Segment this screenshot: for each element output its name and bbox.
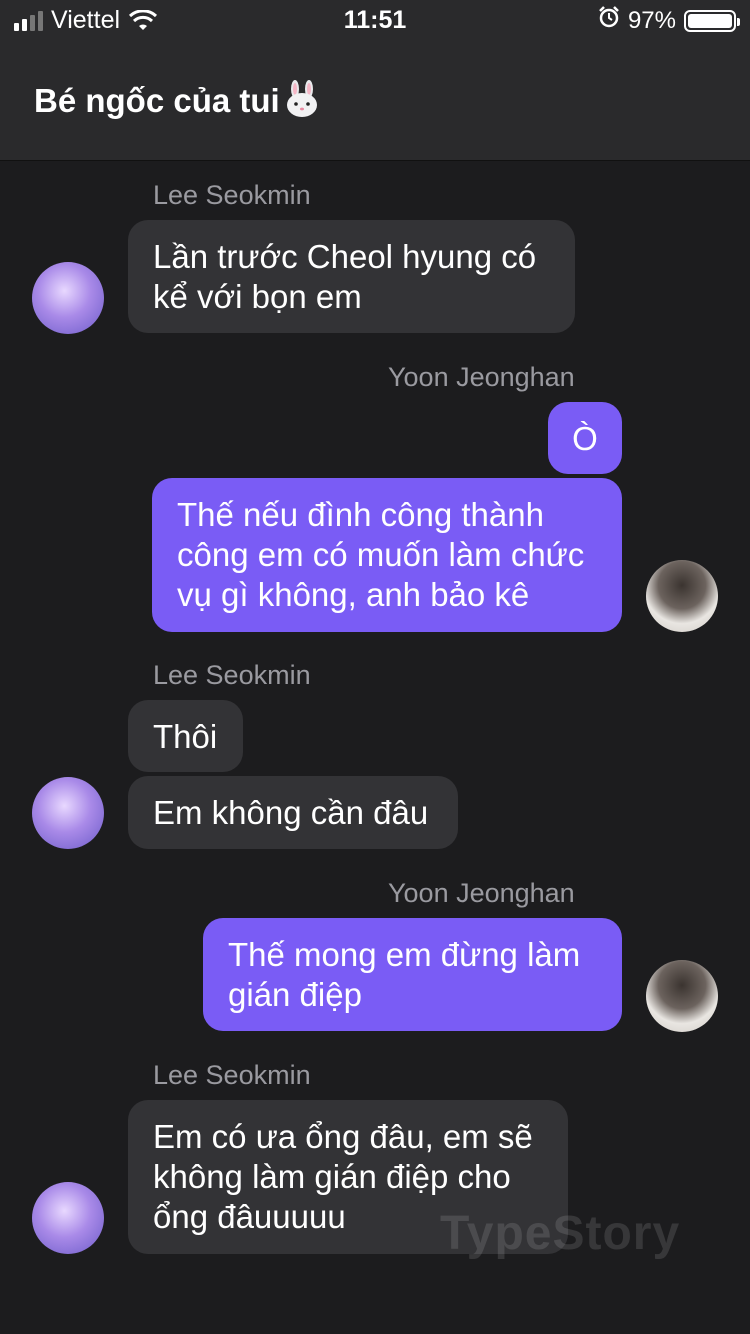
avatar-lee-seokmin[interactable]	[32, 262, 104, 334]
avatar-lee-seokmin[interactable]	[32, 777, 104, 849]
sender-name: Yoon Jeonghan	[388, 362, 575, 392]
sender-name: Yoon Jeonghan	[388, 878, 575, 908]
incoming-message[interactable]: Thôi	[128, 700, 243, 772]
battery-icon	[684, 9, 740, 32]
chat-header: Bé ngốc của tui	[0, 42, 750, 161]
avatar-yoon-jeonghan[interactable]	[646, 560, 718, 632]
watermark-logo: TypeStory	[440, 1207, 681, 1260]
incoming-message[interactable]: Lần trước Cheol hyung có kể với bọn em	[128, 220, 575, 333]
battery-percent: 97%	[627, 6, 676, 34]
outgoing-message[interactable]: Thế nếu đình công thành công em có muốn …	[152, 478, 622, 632]
avatar-yoon-jeonghan[interactable]	[646, 960, 718, 1032]
sender-name: Lee Seokmin	[153, 1060, 311, 1090]
status-right: 97%	[598, 6, 740, 35]
sender-name: Lee Seokmin	[153, 180, 311, 210]
alarm-clock-icon	[598, 6, 620, 35]
chat-thread[interactable]: Lee Seokmin Lần trước Cheol hyung có kể …	[0, 160, 750, 1334]
rabbit-face-icon	[284, 80, 320, 126]
outgoing-message[interactable]: Ò	[548, 402, 622, 474]
outgoing-message[interactable]: Thế mong em đừng làm gián điệp	[203, 918, 622, 1031]
incoming-message[interactable]: Em không cần đâu	[128, 776, 458, 849]
status-bar: Viettel 11:51 97%	[0, 0, 750, 42]
chat-title-text: Bé ngốc của tui	[34, 82, 280, 119]
sender-name: Lee Seokmin	[153, 660, 311, 690]
chat-title: Bé ngốc của tui	[34, 80, 320, 126]
avatar-lee-seokmin[interactable]	[32, 1182, 104, 1254]
